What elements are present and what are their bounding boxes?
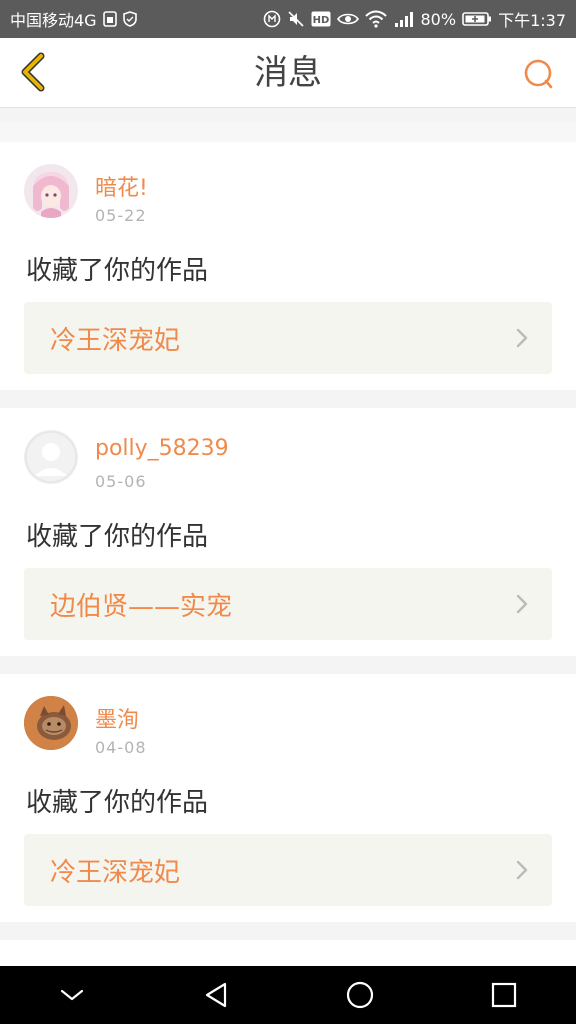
action-text: 收藏了你的作品 xyxy=(26,788,209,818)
work-title: 冷王深宠妃 xyxy=(50,325,181,356)
nav-back-button[interactable] xyxy=(186,966,246,1024)
signal-icon xyxy=(393,10,415,28)
avatar[interactable] xyxy=(24,430,78,484)
username[interactable]: 暗花! xyxy=(95,170,148,202)
message-date: 05-06 xyxy=(95,472,147,491)
username[interactable]: polly_58239 xyxy=(95,436,229,461)
action-text: 收藏了你的作品 xyxy=(26,256,209,286)
page-title: 消息 xyxy=(254,53,322,93)
search-button[interactable] xyxy=(516,52,560,96)
circle-home-icon xyxy=(346,981,374,1009)
status-bar-right: HD 80% 下午1:37 xyxy=(263,7,566,31)
carrier-label: 中国移动4G xyxy=(10,11,97,30)
triangle-back-icon xyxy=(205,982,227,1008)
eye-icon xyxy=(336,10,359,28)
avatar[interactable] xyxy=(24,696,78,750)
square-recents-icon xyxy=(491,982,517,1008)
shield-icon xyxy=(122,10,137,28)
clock: 下午1:37 xyxy=(498,11,566,30)
system-nav-bar xyxy=(0,966,576,1024)
work-link[interactable]: 冷王深宠妃 xyxy=(24,834,552,906)
status-bar-left: 中国移动4G xyxy=(10,7,137,31)
chevron-right-icon xyxy=(516,328,528,348)
anime-girl-avatar-icon xyxy=(24,164,78,218)
nav-recents-button[interactable] xyxy=(474,966,534,1024)
message-card[interactable]: polly_58239 05-06 收藏了你的作品 边伯贤——实宠 xyxy=(0,408,576,656)
message-date: 04-08 xyxy=(95,738,147,757)
nav-hide-button[interactable] xyxy=(42,966,102,1024)
battery-percent: 80% xyxy=(420,9,457,29)
cat-avatar-icon xyxy=(24,696,78,750)
avatar[interactable] xyxy=(24,164,78,218)
message-card[interactable] xyxy=(0,940,576,966)
default-avatar-icon xyxy=(24,430,78,484)
nav-home-button[interactable] xyxy=(330,966,390,1024)
battery-icon xyxy=(462,10,492,28)
data-saver-icon xyxy=(263,10,281,28)
list-top-gap xyxy=(0,108,576,122)
status-bar: 中国移动4G HD 80% 下午1:37 xyxy=(0,0,576,38)
search-icon xyxy=(524,59,553,89)
chevron-right-icon xyxy=(516,594,528,614)
message-date: 05-22 xyxy=(95,206,147,225)
username[interactable]: 墨洵 xyxy=(95,702,139,734)
mute-icon xyxy=(287,10,305,28)
work-title: 冷王深宠妃 xyxy=(50,857,181,888)
message-list[interactable]: 暗花! 05-22 收藏了你的作品 冷王深宠妃 polly_58239 05-0… xyxy=(0,108,576,966)
work-link[interactable]: 冷王深宠妃 xyxy=(24,302,552,374)
app-header: 消息 xyxy=(0,38,576,108)
list-divider-strip xyxy=(0,122,576,142)
hd-icon: HD xyxy=(311,10,331,28)
message-card[interactable]: 暗花! 05-22 收藏了你的作品 冷王深宠妃 xyxy=(0,142,576,390)
sim-card-icon xyxy=(102,10,117,28)
chevron-down-icon xyxy=(60,989,84,1001)
action-text: 收藏了你的作品 xyxy=(26,522,209,552)
message-card[interactable]: 墨洵 04-08 收藏了你的作品 冷王深宠妃 xyxy=(0,674,576,922)
work-title: 边伯贤——实宠 xyxy=(50,591,233,622)
wifi-icon xyxy=(364,10,387,28)
chevron-right-icon xyxy=(516,860,528,880)
svg-text:HD: HD xyxy=(312,15,329,26)
work-link[interactable]: 边伯贤——实宠 xyxy=(24,568,552,640)
